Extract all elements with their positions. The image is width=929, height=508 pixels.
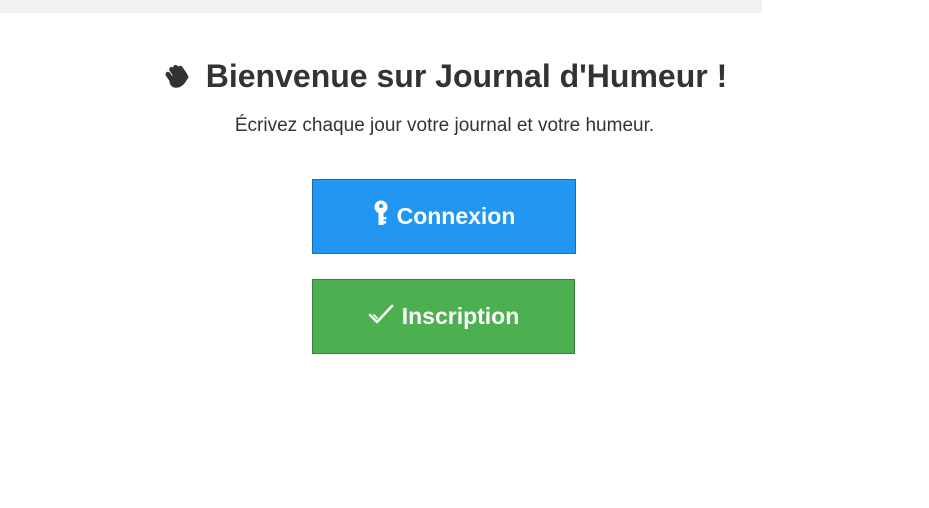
register-button-label: Inscription xyxy=(401,303,520,329)
welcome-panel: Bienvenue sur Journal d'Humeur ! Écrivez… xyxy=(0,0,889,508)
waving-hand-icon xyxy=(162,59,192,89)
login-button[interactable]: Connexion xyxy=(312,179,576,254)
register-button[interactable]: Inscription xyxy=(312,279,575,354)
key-icon xyxy=(373,200,389,234)
page-title-text: Bienvenue sur Journal d'Humeur ! xyxy=(205,58,728,94)
check-icon xyxy=(368,303,394,331)
page-title: Bienvenue sur Journal d'Humeur ! xyxy=(0,56,889,96)
login-button-label: Connexion xyxy=(396,203,516,229)
page-subtitle: Écrivez chaque jour votre journal et vot… xyxy=(234,115,655,136)
